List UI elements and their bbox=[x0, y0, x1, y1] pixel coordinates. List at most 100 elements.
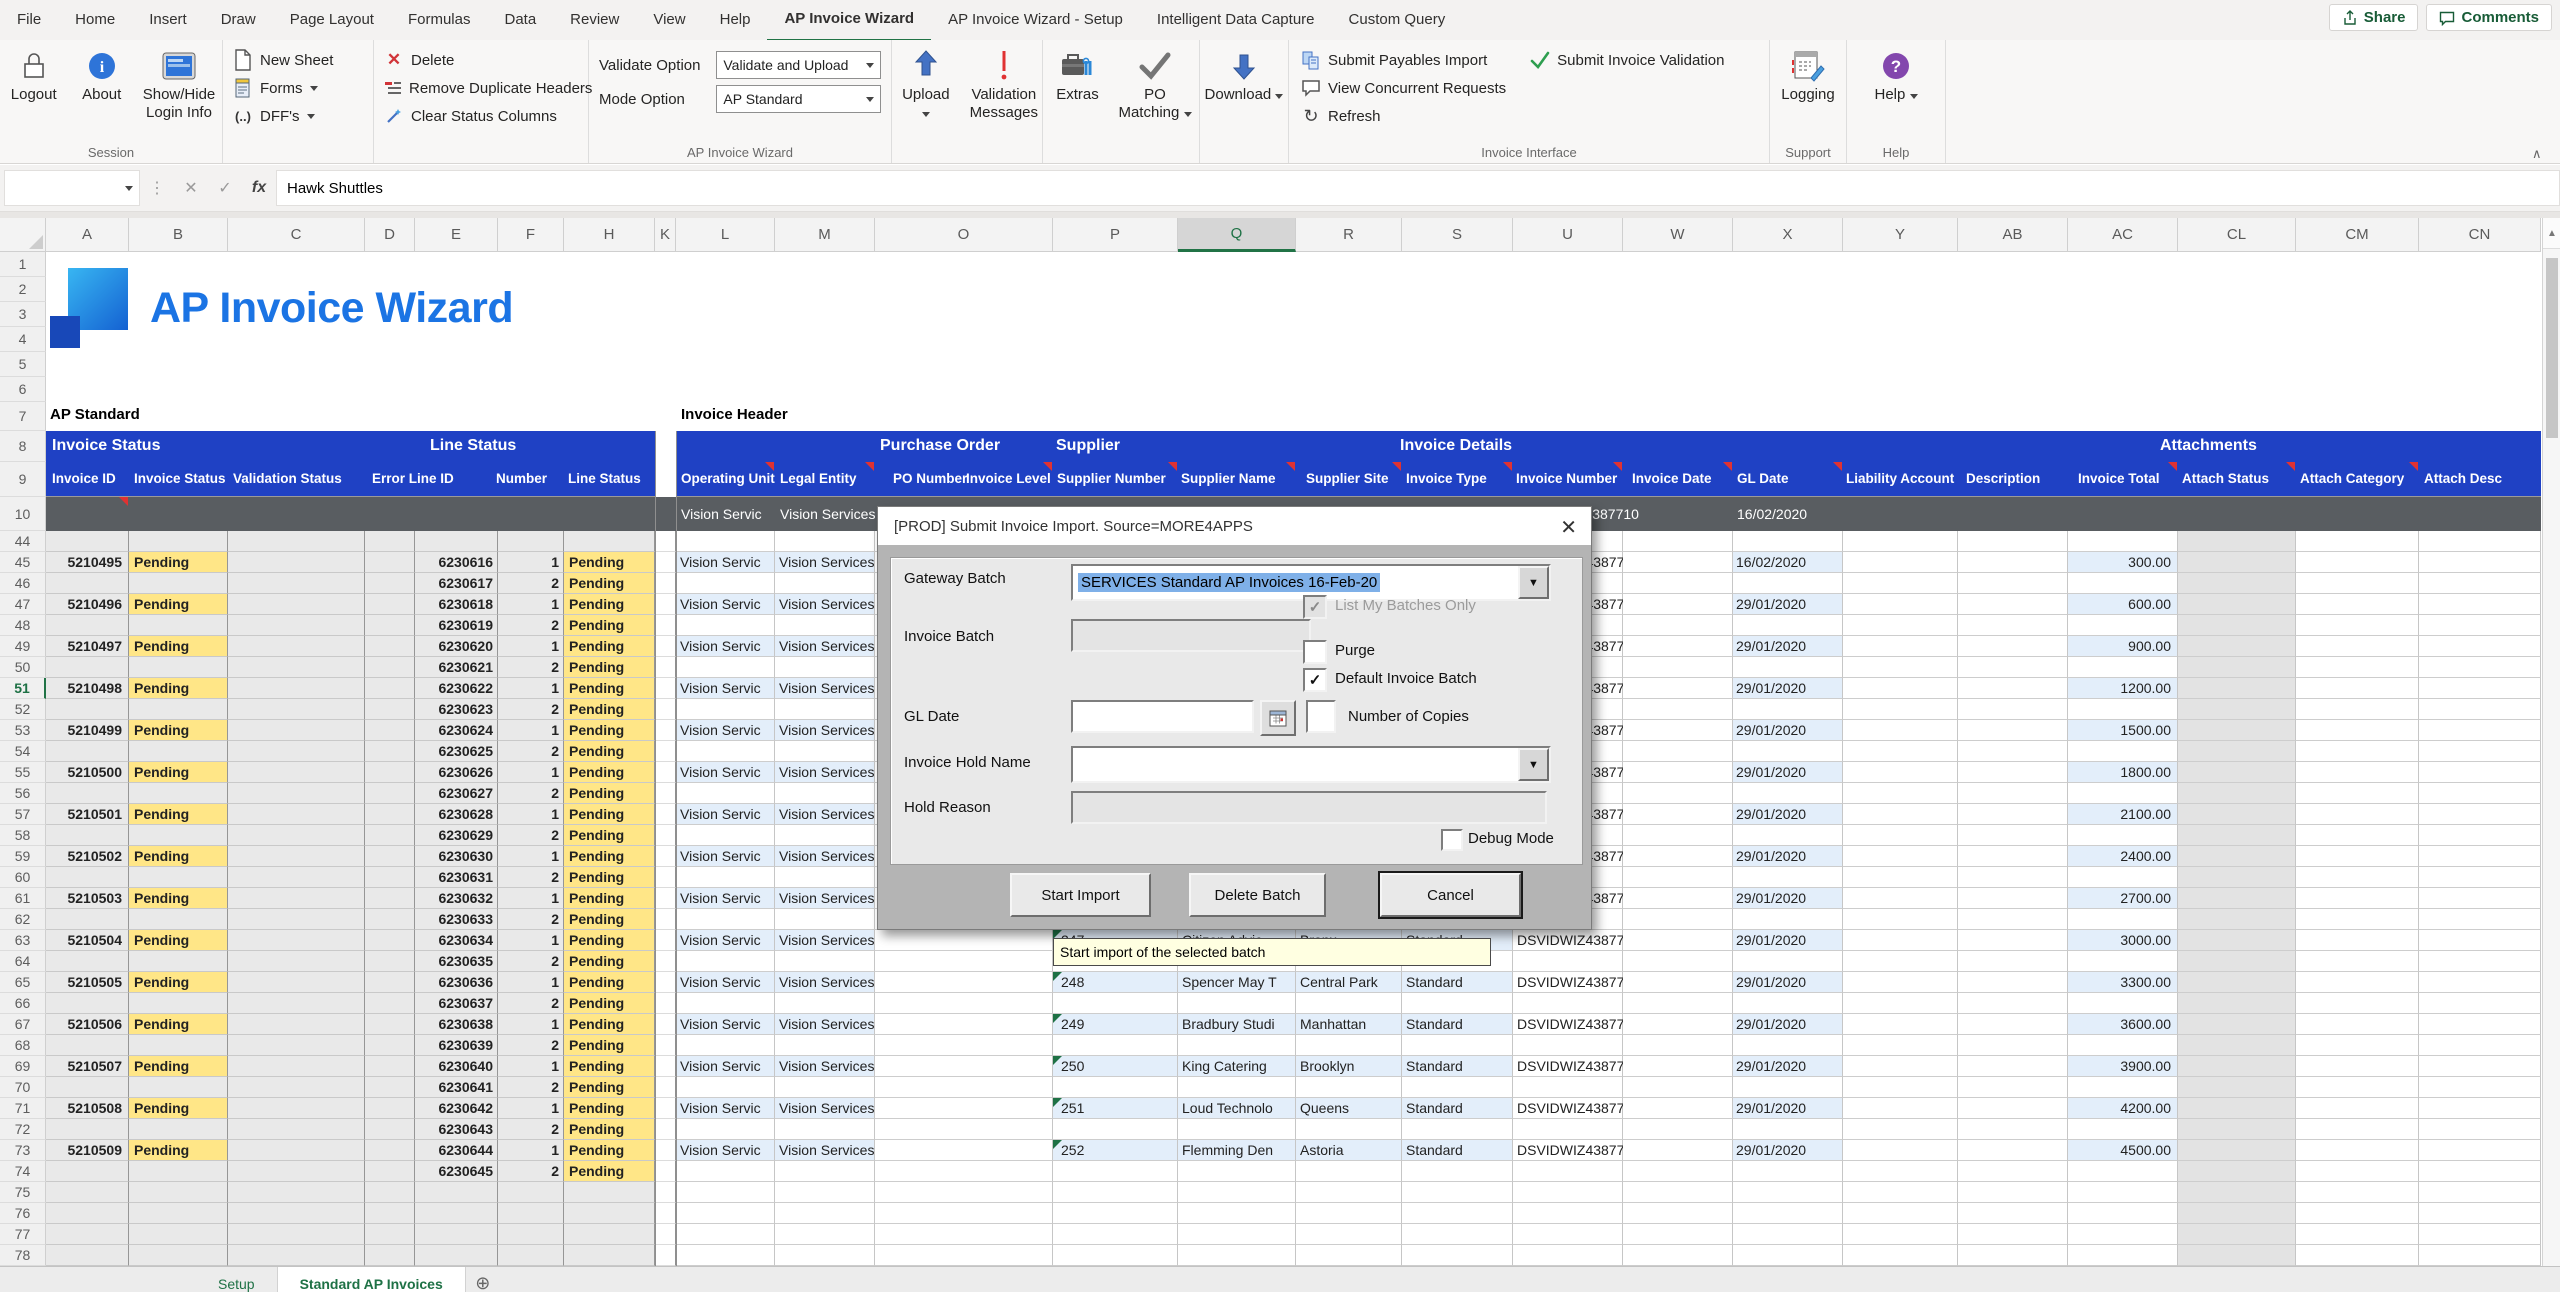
cell-C49[interactable] bbox=[228, 636, 365, 657]
cell-W44[interactable] bbox=[1623, 531, 1733, 552]
cell-CN55[interactable] bbox=[2419, 762, 2541, 783]
cell-S71[interactable]: Standard bbox=[1402, 1098, 1513, 1119]
ribbon-button-about[interactable]: iAbout bbox=[71, 46, 133, 142]
cell-P78[interactable] bbox=[1053, 1245, 1178, 1266]
cell-CM52[interactable] bbox=[2296, 699, 2419, 720]
cell-K58[interactable] bbox=[655, 825, 676, 846]
cell-CN58[interactable] bbox=[2419, 825, 2541, 846]
cell-CM64[interactable] bbox=[2296, 951, 2419, 972]
cell-U74[interactable] bbox=[1513, 1161, 1623, 1182]
cell-X65[interactable]: 29/01/2020 bbox=[1733, 972, 1843, 993]
cell-CL54[interactable] bbox=[2178, 741, 2296, 762]
cell-CM72[interactable] bbox=[2296, 1119, 2419, 1140]
cell-F46[interactable]: 2 bbox=[498, 573, 564, 594]
list-my-batches-only-checkbox[interactable]: ✓ bbox=[1303, 595, 1327, 619]
cell-M52[interactable] bbox=[775, 699, 875, 720]
cell-Y55[interactable] bbox=[1843, 762, 1958, 783]
cell-H45[interactable]: Pending bbox=[564, 552, 655, 573]
cell-W57[interactable] bbox=[1623, 804, 1733, 825]
column-header-K[interactable]: K bbox=[655, 218, 676, 252]
cell-CN59[interactable] bbox=[2419, 846, 2541, 867]
cell-B46[interactable] bbox=[129, 573, 228, 594]
column-header-D[interactable]: D bbox=[365, 218, 415, 252]
cell-CM45[interactable] bbox=[2296, 552, 2419, 573]
cell-B50[interactable] bbox=[129, 657, 228, 678]
cell-CN52[interactable] bbox=[2419, 699, 2541, 720]
cell-CL57[interactable] bbox=[2178, 804, 2296, 825]
cell-L74[interactable] bbox=[676, 1161, 775, 1182]
cell-U65[interactable]: DSVIDWIZ4387765 bbox=[1513, 972, 1623, 993]
cell-AC52[interactable] bbox=[2068, 699, 2178, 720]
cell-CN68[interactable] bbox=[2419, 1035, 2541, 1056]
cell-R69[interactable]: Brooklyn bbox=[1296, 1056, 1402, 1077]
cell-Y54[interactable] bbox=[1843, 741, 1958, 762]
cell-W68[interactable] bbox=[1623, 1035, 1733, 1056]
row-header-77[interactable]: 77 bbox=[0, 1224, 46, 1245]
cell-C76[interactable] bbox=[228, 1203, 365, 1224]
cell-AB71[interactable] bbox=[1958, 1098, 2068, 1119]
cell-F56[interactable]: 2 bbox=[498, 783, 564, 804]
cell-AC57[interactable]: 2100.00 bbox=[2068, 804, 2178, 825]
ribbon-tab-data[interactable]: Data bbox=[487, 0, 553, 40]
cell-AC46[interactable] bbox=[2068, 573, 2178, 594]
cell-CN74[interactable] bbox=[2419, 1161, 2541, 1182]
cell-B49[interactable]: Pending bbox=[129, 636, 228, 657]
ribbon-button-new-sheet[interactable]: New Sheet bbox=[233, 48, 363, 72]
cell-E67[interactable]: 6230638 bbox=[415, 1014, 498, 1035]
cell-Y58[interactable] bbox=[1843, 825, 1958, 846]
row-header-62[interactable]: 62 bbox=[0, 909, 46, 930]
cell-AC61[interactable]: 2700.00 bbox=[2068, 888, 2178, 909]
cell-AB52[interactable] bbox=[1958, 699, 2068, 720]
cell-CM74[interactable] bbox=[2296, 1161, 2419, 1182]
select-validate-option[interactable]: Validate and Upload bbox=[716, 51, 881, 79]
cell-F48[interactable]: 2 bbox=[498, 615, 564, 636]
cell-CM67[interactable] bbox=[2296, 1014, 2419, 1035]
cell-AC74[interactable] bbox=[2068, 1161, 2178, 1182]
cell-Y72[interactable] bbox=[1843, 1119, 1958, 1140]
cell-C73[interactable] bbox=[228, 1140, 365, 1161]
cell-K50[interactable] bbox=[655, 657, 676, 678]
cell-R70[interactable] bbox=[1296, 1077, 1402, 1098]
cell-D68[interactable] bbox=[365, 1035, 415, 1056]
cell-L50[interactable] bbox=[676, 657, 775, 678]
cell-K78[interactable] bbox=[655, 1245, 676, 1266]
row-header-3[interactable]: 3 bbox=[0, 302, 46, 327]
cell-U72[interactable] bbox=[1513, 1119, 1623, 1140]
cell-AB77[interactable] bbox=[1958, 1224, 2068, 1245]
cell-AB60[interactable] bbox=[1958, 867, 2068, 888]
cell-F70[interactable]: 2 bbox=[498, 1077, 564, 1098]
ribbon-button-forms[interactable]: Forms bbox=[233, 76, 363, 100]
cell-B57[interactable]: Pending bbox=[129, 804, 228, 825]
cell-U68[interactable] bbox=[1513, 1035, 1623, 1056]
cell-F45[interactable]: 1 bbox=[498, 552, 564, 573]
cell-M66[interactable] bbox=[775, 993, 875, 1014]
cell-D45[interactable] bbox=[365, 552, 415, 573]
cell-B77[interactable] bbox=[129, 1224, 228, 1245]
cell-R72[interactable] bbox=[1296, 1119, 1402, 1140]
cell-E47[interactable]: 6230618 bbox=[415, 594, 498, 615]
cell-D76[interactable] bbox=[365, 1203, 415, 1224]
cell-D78[interactable] bbox=[365, 1245, 415, 1266]
cell-CN57[interactable] bbox=[2419, 804, 2541, 825]
cell-AC66[interactable] bbox=[2068, 993, 2178, 1014]
cell-P72[interactable] bbox=[1053, 1119, 1178, 1140]
cell-CM47[interactable] bbox=[2296, 594, 2419, 615]
cell-AC45[interactable]: 300.00 bbox=[2068, 552, 2178, 573]
cell-K44[interactable] bbox=[655, 531, 676, 552]
cell-H74[interactable]: Pending bbox=[564, 1161, 655, 1182]
cell-F50[interactable]: 2 bbox=[498, 657, 564, 678]
cell-CL56[interactable] bbox=[2178, 783, 2296, 804]
cell-AC55[interactable]: 1800.00 bbox=[2068, 762, 2178, 783]
cell-P67[interactable]: 249 bbox=[1053, 1014, 1178, 1035]
cell-W63[interactable] bbox=[1623, 930, 1733, 951]
cell-CM77[interactable] bbox=[2296, 1224, 2419, 1245]
cell-P76[interactable] bbox=[1053, 1203, 1178, 1224]
cell-AC59[interactable]: 2400.00 bbox=[2068, 846, 2178, 867]
cell-U77[interactable] bbox=[1513, 1224, 1623, 1245]
cell-Y59[interactable] bbox=[1843, 846, 1958, 867]
cell-F63[interactable]: 1 bbox=[498, 930, 564, 951]
cell-CL78[interactable] bbox=[2178, 1245, 2296, 1266]
cell-Y49[interactable] bbox=[1843, 636, 1958, 657]
cell-M45[interactable]: Vision Services bbox=[775, 552, 875, 573]
cell-B66[interactable] bbox=[129, 993, 228, 1014]
